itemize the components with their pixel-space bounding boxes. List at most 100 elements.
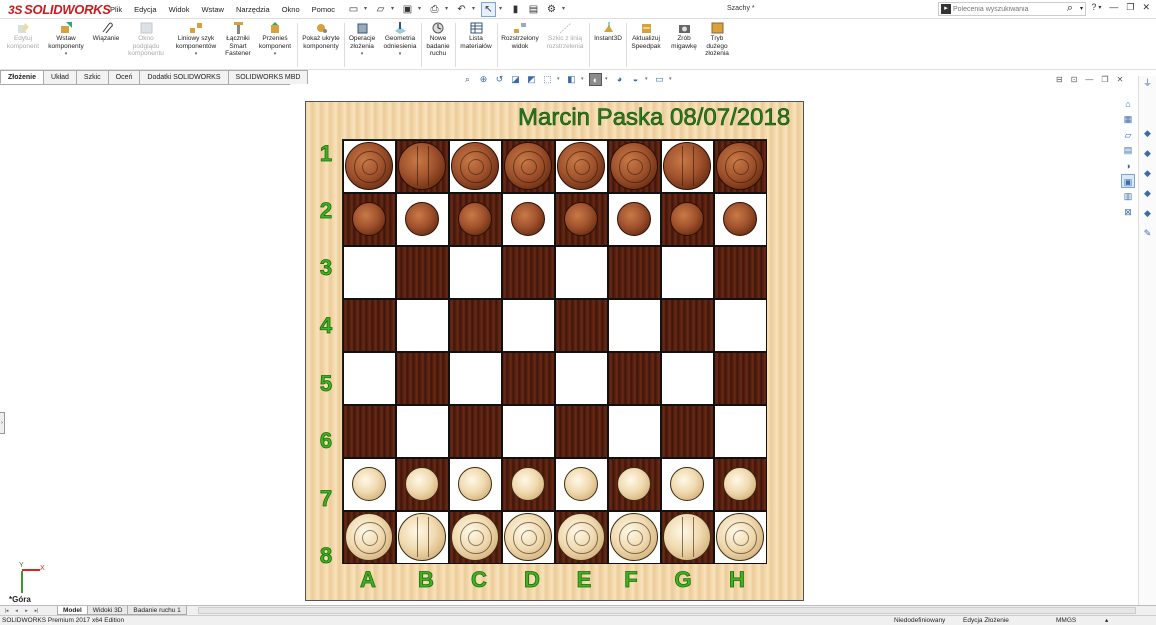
search-dropdown-icon[interactable]: ▾ bbox=[1080, 5, 1083, 12]
forum-icon[interactable]: ▥ bbox=[1121, 189, 1135, 203]
show-hidden-button[interactable]: Pokaż ukryte komponenty bbox=[299, 22, 343, 50]
menu-insert[interactable]: Wstaw bbox=[195, 0, 230, 19]
assembly-features-button[interactable]: Operacje złożenia ▾ bbox=[346, 22, 378, 59]
board-square[interactable] bbox=[502, 405, 555, 458]
black-major-piece[interactable] bbox=[398, 142, 446, 190]
save-icon[interactable]: ▣ bbox=[400, 2, 415, 17]
reference-geometry-dropdown-icon[interactable]: ▾ bbox=[380, 51, 420, 59]
measure-tool-icon[interactable]: ✎ bbox=[1141, 226, 1155, 240]
board-square[interactable] bbox=[555, 352, 608, 405]
black-pawn[interactable] bbox=[723, 202, 757, 236]
hide-show-items-icon[interactable]: ◐ bbox=[589, 73, 602, 86]
link-views-icon[interactable]: ⊡ bbox=[1071, 75, 1078, 84]
white-pawn[interactable] bbox=[723, 467, 757, 501]
white-major-piece[interactable] bbox=[610, 513, 658, 561]
white-pawn[interactable] bbox=[511, 467, 545, 501]
view-palette-icon[interactable]: ▤ bbox=[1121, 143, 1135, 157]
custom-properties-icon[interactable]: ▣ bbox=[1121, 173, 1135, 188]
design-library-icon[interactable]: ▦ bbox=[1121, 112, 1135, 126]
rebuild-icon[interactable]: ▮ bbox=[508, 2, 523, 17]
linear-pattern-dropdown-icon[interactable]: ▾ bbox=[170, 51, 222, 59]
search-icon[interactable]: ⌕ bbox=[1067, 2, 1073, 15]
menu-tools[interactable]: Narzędzia bbox=[230, 0, 276, 19]
search-mode-icon[interactable]: ▸ bbox=[941, 4, 951, 14]
solidworks-logo[interactable]: 3S SOLIDWORKS bbox=[8, 2, 111, 17]
board-square[interactable] bbox=[661, 352, 714, 405]
close-icon[interactable]: ✕ bbox=[1142, 2, 1150, 15]
view-settings-dropdown-icon[interactable]: ▾ bbox=[669, 73, 674, 86]
board-square[interactable] bbox=[714, 299, 767, 352]
tab-mbd[interactable]: SOLIDWORKS MBD bbox=[227, 70, 309, 84]
board-square[interactable] bbox=[449, 246, 502, 299]
tab-addins[interactable]: Dodatki SOLIDWORKS bbox=[139, 70, 229, 84]
view-orientation-dropdown-icon[interactable]: ▾ bbox=[557, 73, 562, 86]
board-square[interactable] bbox=[661, 299, 714, 352]
edit-appearance-icon[interactable]: ◕ bbox=[613, 73, 626, 86]
view-settings-icon[interactable]: ▭ bbox=[653, 73, 666, 86]
file-properties-icon[interactable]: ▤ bbox=[526, 2, 541, 17]
options-dropdown-icon[interactable]: ▾ bbox=[562, 2, 568, 17]
menu-edit[interactable]: Edycja bbox=[128, 0, 163, 19]
viewport-restore-icon[interactable]: ❐ bbox=[1101, 75, 1108, 84]
toolbox-icon[interactable]: ⊠ bbox=[1121, 205, 1135, 219]
white-pawn[interactable] bbox=[670, 467, 704, 501]
select-cursor-icon[interactable]: ↖ bbox=[481, 2, 496, 17]
new-motion-study-button[interactable]: Nowe badanie ruchu bbox=[423, 22, 453, 58]
black-major-piece[interactable] bbox=[716, 142, 764, 190]
tab-layout[interactable]: Układ bbox=[43, 70, 77, 84]
tab-assembly[interactable]: Złożenie bbox=[0, 70, 45, 84]
units-status[interactable]: MMGS bbox=[1056, 616, 1076, 625]
horizontal-scrollbar[interactable] bbox=[198, 607, 1136, 614]
insert-components-button[interactable]: Wstaw komponenty ▾ bbox=[44, 22, 88, 59]
white-pawn[interactable] bbox=[352, 467, 386, 501]
snapshot-button[interactable]: Zrób migawkę bbox=[667, 22, 701, 50]
viewport-close-icon[interactable]: ✕ bbox=[1117, 75, 1124, 84]
minimize-icon[interactable]: — bbox=[1109, 2, 1118, 15]
save-dropdown-icon[interactable]: ▾ bbox=[418, 2, 424, 17]
options-gear-icon[interactable]: ⚙ bbox=[544, 2, 559, 17]
component-preview-button[interactable]: Okno podglądu komponentu bbox=[126, 22, 166, 58]
black-pawn[interactable] bbox=[458, 202, 492, 236]
board-square[interactable] bbox=[502, 246, 555, 299]
white-major-piece[interactable] bbox=[557, 513, 605, 561]
black-pawn[interactable] bbox=[564, 202, 598, 236]
board-square[interactable] bbox=[661, 246, 714, 299]
print-icon[interactable]: ⎙ bbox=[427, 2, 442, 17]
board-square[interactable] bbox=[343, 352, 396, 405]
first-tab-icon[interactable]: |◂ bbox=[2, 607, 11, 615]
instant3d-button[interactable]: Instant3D bbox=[591, 22, 625, 43]
help-dropdown-icon[interactable]: ▾ bbox=[1098, 2, 1101, 15]
board-square[interactable] bbox=[714, 352, 767, 405]
move-component-button[interactable]: Przenieś komponent ▾ bbox=[255, 22, 295, 59]
file-explorer-icon[interactable]: ▱ bbox=[1121, 128, 1135, 142]
undo-icon[interactable]: ↶ bbox=[454, 2, 469, 17]
part-icon-3[interactable]: ◆ bbox=[1141, 166, 1155, 180]
print-dropdown-icon[interactable]: ▾ bbox=[445, 2, 451, 17]
new-file-icon[interactable]: ▭ bbox=[346, 2, 361, 17]
split-viewport-icon[interactable]: ⊟ bbox=[1056, 75, 1063, 84]
board-square[interactable] bbox=[396, 299, 449, 352]
board-square[interactable] bbox=[608, 246, 661, 299]
menu-window[interactable]: Okno bbox=[276, 0, 306, 19]
part-icon-5[interactable]: ◆ bbox=[1141, 206, 1155, 220]
white-pawn[interactable] bbox=[617, 467, 651, 501]
board-square[interactable] bbox=[608, 405, 661, 458]
black-pawn[interactable] bbox=[670, 202, 704, 236]
white-major-piece[interactable] bbox=[663, 513, 711, 561]
white-pawn[interactable] bbox=[405, 467, 439, 501]
black-pawn[interactable] bbox=[405, 202, 439, 236]
black-major-piece[interactable] bbox=[610, 142, 658, 190]
tab-evaluate[interactable]: Oceń bbox=[107, 70, 141, 84]
hide-show-dropdown-icon[interactable]: ▾ bbox=[605, 73, 610, 86]
dynamic-annotation-icon[interactable]: ◩ bbox=[525, 73, 538, 86]
board-square[interactable] bbox=[555, 246, 608, 299]
black-major-piece[interactable] bbox=[345, 142, 393, 190]
zoom-to-fit-icon[interactable]: ⌕ bbox=[461, 73, 474, 86]
edit-component-button[interactable]: Edytuj komponent bbox=[4, 22, 42, 50]
open-dropdown-icon[interactable]: ▾ bbox=[391, 2, 397, 17]
new-dropdown-icon[interactable]: ▾ bbox=[364, 2, 370, 17]
apply-scene-dropdown-icon[interactable]: ▾ bbox=[645, 73, 650, 86]
chessboard-grid[interactable] bbox=[342, 139, 767, 564]
next-tab-icon[interactable]: ▸ bbox=[22, 607, 31, 615]
board-square[interactable] bbox=[343, 405, 396, 458]
